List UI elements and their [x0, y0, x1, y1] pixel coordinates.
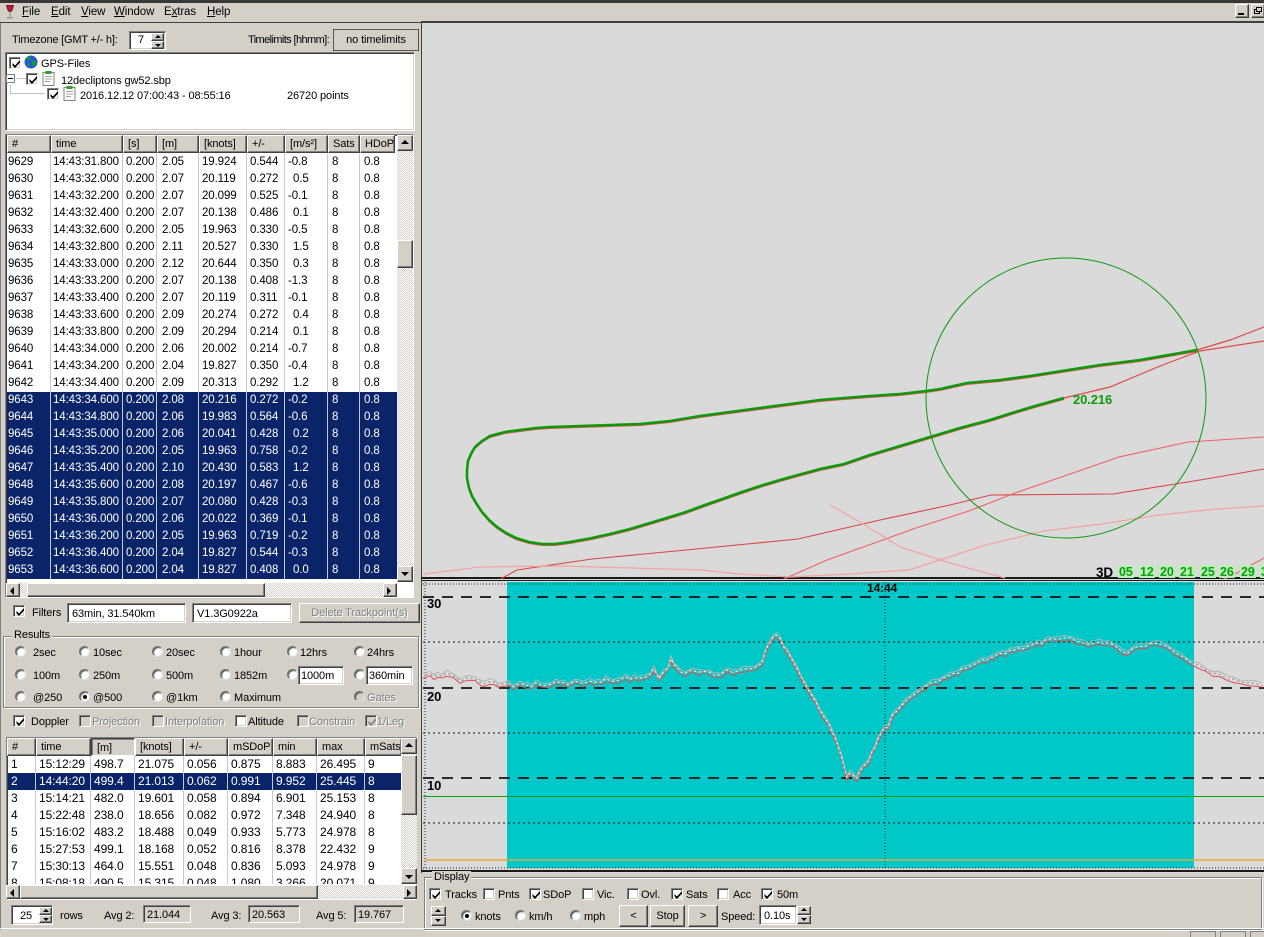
svg-text:21: 21 — [1180, 565, 1194, 579]
svg-text:12: 12 — [1140, 565, 1154, 579]
svg-text:3D: 3D — [1096, 565, 1113, 580]
svg-text:25: 25 — [1201, 565, 1215, 579]
svg-text:26: 26 — [1220, 565, 1234, 579]
svg-text:30: 30 — [427, 596, 441, 611]
svg-text:20: 20 — [1160, 565, 1174, 579]
svg-text:20.216: 20.216 — [1073, 392, 1112, 407]
svg-text:29: 29 — [1241, 565, 1255, 579]
svg-text:05: 05 — [1119, 565, 1133, 579]
svg-text:14:44: 14:44 — [867, 581, 898, 595]
svg-text:20: 20 — [427, 689, 441, 704]
svg-text:10: 10 — [427, 778, 441, 793]
